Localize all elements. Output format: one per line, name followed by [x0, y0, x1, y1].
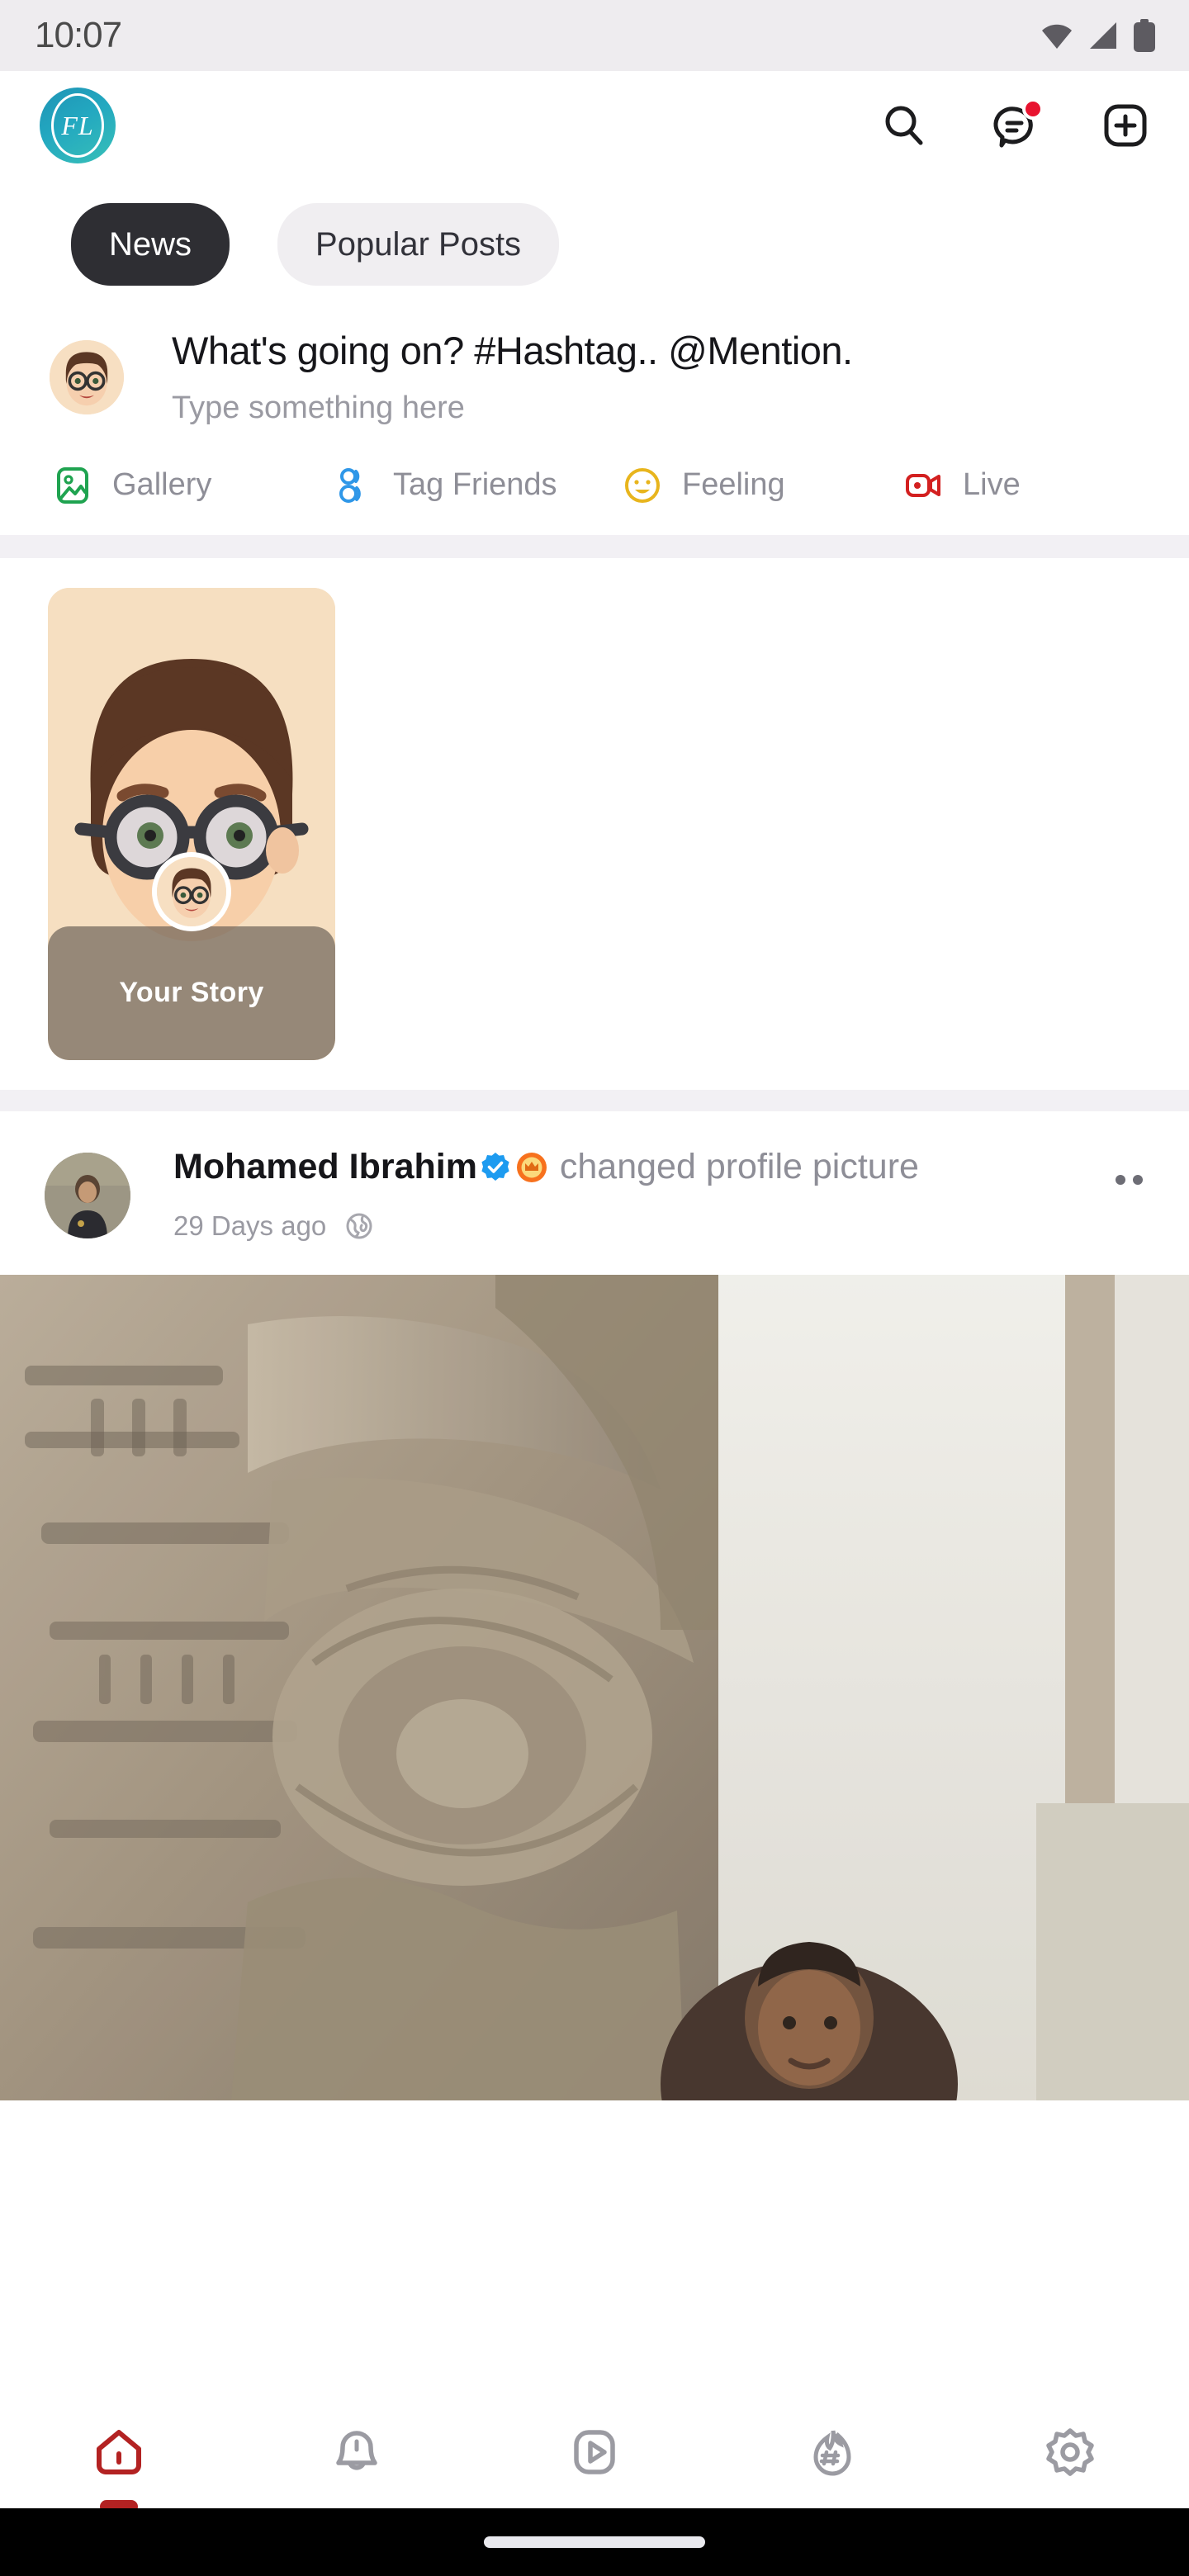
live-icon	[902, 464, 945, 507]
section-divider-composer	[0, 534, 1189, 558]
post-timestamp-row: 29 Days ago	[173, 1210, 1100, 1242]
video-play-icon	[574, 2430, 615, 2474]
battery-icon	[1134, 19, 1155, 52]
globe-icon	[346, 1213, 372, 1239]
nav-item-notifications[interactable]	[238, 2396, 476, 2508]
gear-icon	[1046, 2428, 1094, 2476]
post-composer: What's going on? #Hashtag.. @Mention. Ty…	[0, 307, 1189, 535]
post-header: Mohamed Ibrahim changed profile picture …	[0, 1144, 1189, 1242]
composer-action-feeling[interactable]: Feeling	[621, 464, 902, 507]
bell-icon	[336, 2431, 377, 2470]
more-dot	[1132, 1174, 1143, 1185]
author-photo-icon	[45, 1152, 130, 1238]
post-author-avatar[interactable]	[45, 1152, 130, 1238]
composer-fields: What's going on? #Hashtag.. @Mention. Ty…	[172, 325, 1156, 426]
composer-action-live[interactable]: Live	[902, 464, 1021, 507]
tag-friends-icon	[332, 464, 375, 507]
composer-action-tag-friends-label: Tag Friends	[393, 467, 557, 503]
composer-action-gallery[interactable]: Gallery	[51, 464, 332, 507]
composer-avatar[interactable]	[50, 340, 124, 414]
gallery-icon	[51, 464, 94, 507]
stories-row: Your Story	[0, 557, 1189, 1090]
nav-item-home[interactable]	[0, 2396, 238, 2513]
tab-popular-posts[interactable]: Popular Posts	[277, 203, 560, 286]
feed-tabs: News Popular Posts	[0, 180, 1189, 307]
post-more-menu[interactable]	[1100, 1151, 1158, 1209]
crown-badge-icon	[516, 1149, 547, 1194]
composer-action-gallery-label: Gallery	[112, 467, 212, 503]
nav-item-videos[interactable]	[476, 2396, 713, 2508]
app-logo[interactable]: FL	[40, 88, 116, 163]
feed-post: Mohamed Ibrahim changed profile picture …	[0, 1110, 1189, 2100]
add-post-icon	[1104, 104, 1147, 147]
search-icon	[885, 106, 923, 145]
post-author-name[interactable]: Mohamed Ibrahim	[173, 1147, 477, 1186]
flame-hashtag-icon	[813, 2430, 851, 2476]
story-label-overlay: Your Story	[48, 926, 335, 1060]
status-bar: 10:07	[0, 0, 1189, 71]
bottom-navigation	[0, 2396, 1189, 2513]
composer-action-live-label: Live	[963, 467, 1021, 503]
header-actions	[879, 98, 1151, 151]
post-headline: Mohamed Ibrahim changed profile picture	[173, 1144, 1100, 1194]
cellular-signal-icon	[1090, 22, 1116, 49]
composer-action-tag-friends[interactable]: Tag Friends	[332, 464, 621, 507]
post-meta: Mohamed Ibrahim changed profile picture …	[173, 1144, 1100, 1242]
home-icon	[97, 2430, 141, 2474]
status-bar-clock: 10:07	[35, 15, 122, 55]
system-gesture-bar	[0, 2508, 1189, 2576]
app-header: FL	[0, 71, 1189, 180]
verified-badge-icon	[480, 1149, 511, 1194]
post-action-text: changed profile picture	[559, 1146, 919, 1186]
story-label: Your Story	[119, 977, 264, 1009]
your-story-card[interactable]: Your Story	[48, 587, 335, 1060]
memoji-avatar-icon	[50, 340, 124, 414]
nav-item-settings[interactable]	[951, 2396, 1189, 2508]
messages-button[interactable]	[989, 98, 1044, 151]
memoji-thumb-icon	[157, 856, 226, 926]
temple-carving-photo	[0, 1274, 1189, 2100]
search-button[interactable]	[879, 100, 930, 151]
messages-badge-dot	[1022, 98, 1044, 120]
section-divider-stories	[0, 1089, 1189, 1111]
app-logo-text: FL	[51, 93, 104, 158]
composer-action-feeling-label: Feeling	[682, 467, 785, 503]
feeling-icon	[621, 464, 664, 507]
composer-input-placeholder[interactable]: Type something here	[172, 391, 1156, 426]
status-bar-icons	[1040, 19, 1156, 52]
wifi-icon	[1042, 24, 1072, 49]
composer-actions: Gallery Tag Friends Feeling Live	[0, 426, 1189, 535]
nav-item-trending[interactable]	[713, 2396, 951, 2508]
tab-news[interactable]: News	[71, 203, 230, 286]
post-timestamp: 29 Days ago	[173, 1210, 327, 1241]
composer-top-row: What's going on? #Hashtag.. @Mention. Ty…	[0, 325, 1189, 426]
composer-title[interactable]: What's going on? #Hashtag.. @Mention.	[172, 327, 1156, 376]
gesture-pill[interactable]	[484, 2536, 705, 2548]
post-media-image[interactable]	[0, 1274, 1189, 2100]
more-dot	[1115, 1174, 1125, 1185]
create-post-button[interactable]	[1100, 100, 1151, 151]
story-profile-thumbnail	[152, 851, 231, 931]
